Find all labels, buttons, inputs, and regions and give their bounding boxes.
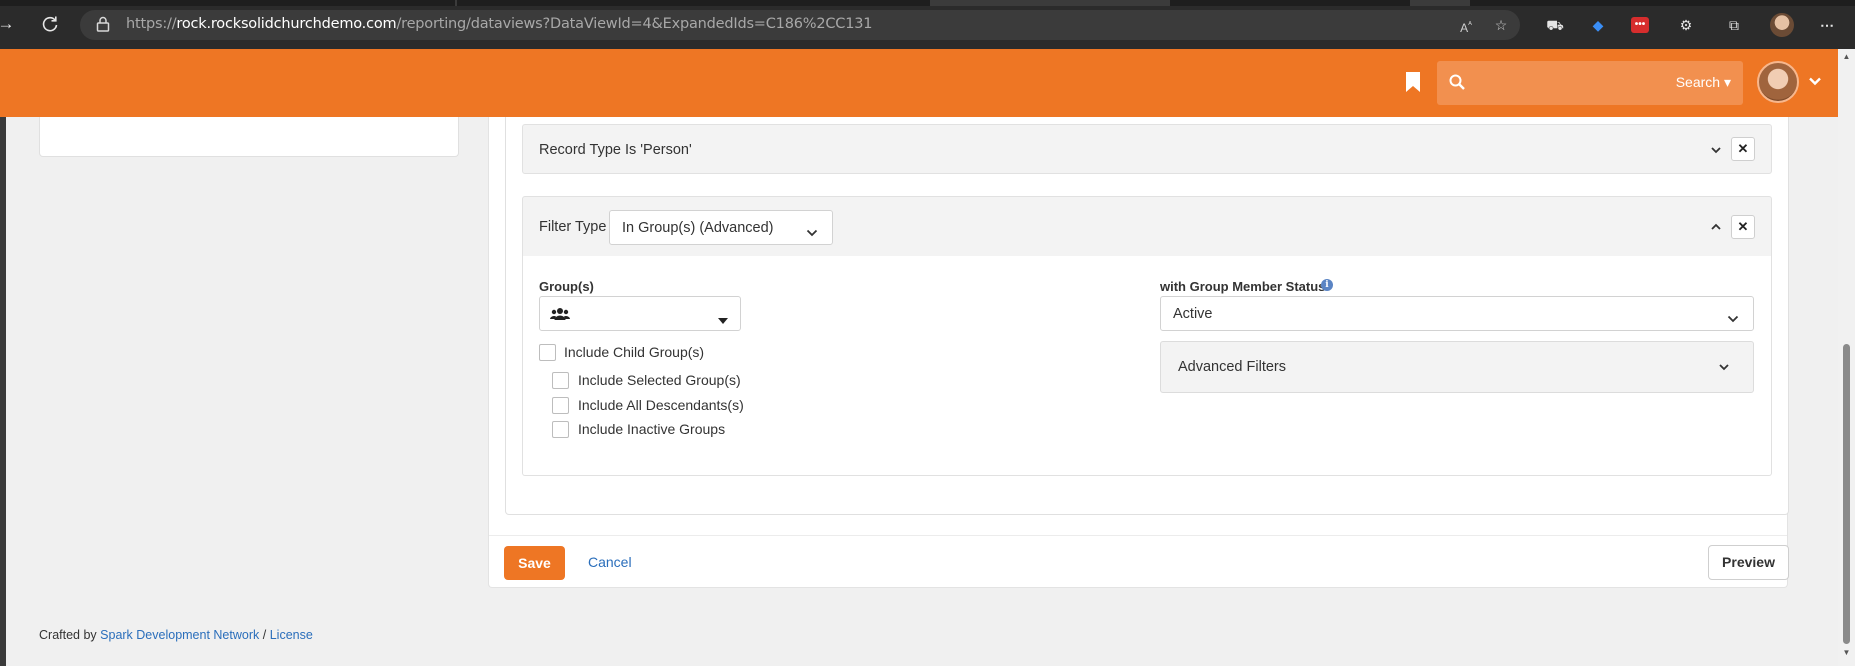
browser-tabstrip bbox=[0, 0, 1855, 6]
advanced-filters-label: Advanced Filters bbox=[1178, 359, 1286, 375]
browser-tab[interactable] bbox=[1410, 0, 1470, 6]
group-picker[interactable] bbox=[539, 296, 741, 331]
lock-icon[interactable] bbox=[96, 16, 110, 32]
browser-toolbar: → https://rock.rocksolidchurchdemo.com/r… bbox=[0, 0, 1855, 49]
extension-icon[interactable]: ⛟ bbox=[1544, 14, 1566, 36]
chevron-down-icon bbox=[806, 224, 818, 236]
info-icon[interactable]: i bbox=[1321, 279, 1333, 291]
scroll-down-icon[interactable]: ▼ bbox=[1842, 649, 1851, 657]
include-inactive-groups-label[interactable]: Include Inactive Groups bbox=[578, 421, 725, 437]
browser-tab[interactable] bbox=[930, 0, 1170, 6]
include-child-groups-label[interactable]: Include Child Group(s) bbox=[564, 344, 704, 360]
chevron-down-icon bbox=[1727, 310, 1739, 322]
member-status-select[interactable]: Active bbox=[1160, 296, 1754, 331]
search-input[interactable]: Search ▾ bbox=[1437, 61, 1743, 105]
read-aloud-icon[interactable]: Aᴬ bbox=[1457, 16, 1475, 35]
url-path: /reporting/dataviews?DataViewId=4&Expand… bbox=[396, 16, 873, 32]
license-link[interactable]: License bbox=[270, 628, 313, 642]
extensions-puzzle-icon[interactable]: ⚙ bbox=[1675, 14, 1697, 36]
remove-filter-button[interactable]: ✕ bbox=[1731, 137, 1755, 161]
data-view-tree-panel bbox=[39, 117, 459, 157]
groups-label: Group(s) bbox=[539, 279, 594, 294]
window-edge bbox=[0, 117, 6, 666]
user-avatar[interactable] bbox=[1757, 61, 1799, 103]
scrollbar-thumb[interactable] bbox=[1843, 344, 1850, 644]
collections-icon[interactable]: ⧉ bbox=[1723, 14, 1745, 36]
cancel-link[interactable]: Cancel bbox=[588, 554, 632, 570]
include-child-groups-checkbox[interactable] bbox=[539, 344, 556, 361]
page-footer: Crafted by Spark Development Network / L… bbox=[39, 628, 313, 642]
filter-type-label: Filter Type bbox=[539, 219, 607, 235]
page-scrollbar[interactable]: ▲ ▼ bbox=[1838, 49, 1855, 666]
include-all-descendants-checkbox[interactable] bbox=[552, 397, 569, 414]
lastpass-icon[interactable]: ••• bbox=[1631, 17, 1649, 33]
chevron-down-icon[interactable] bbox=[1717, 360, 1731, 374]
more-menu-icon[interactable]: ⋯ bbox=[1816, 14, 1838, 36]
extension-blue-icon[interactable]: ◆ bbox=[1587, 14, 1609, 36]
member-status-label: with Group Member Status bbox=[1160, 279, 1326, 294]
browser-profile-avatar[interactable] bbox=[1770, 13, 1794, 37]
spark-link[interactable]: Spark Development Network bbox=[100, 628, 259, 642]
forward-arrow-icon[interactable]: → bbox=[0, 14, 16, 34]
chevron-down-icon[interactable] bbox=[1808, 74, 1822, 88]
favorite-star-icon[interactable]: ☆ bbox=[1492, 16, 1510, 34]
tab-divider bbox=[455, 0, 457, 6]
record-type-filter-title: Record Type Is 'Person' bbox=[539, 142, 692, 158]
include-selected-groups-label[interactable]: Include Selected Group(s) bbox=[578, 372, 741, 388]
preview-button[interactable]: Preview bbox=[1708, 545, 1789, 580]
filter-type-select[interactable]: In Group(s) (Advanced) bbox=[609, 210, 833, 245]
chevron-down-icon[interactable] bbox=[1708, 142, 1724, 158]
remove-filter-button[interactable]: ✕ bbox=[1731, 215, 1755, 239]
actions-divider bbox=[489, 535, 1787, 536]
filter-type-value: In Group(s) (Advanced) bbox=[622, 219, 774, 236]
caret-down-icon bbox=[718, 311, 728, 324]
url-prefix: https:// bbox=[126, 16, 177, 32]
group-filter-header[interactable]: Filter Type In Group(s) (Advanced) ✕ bbox=[522, 196, 1772, 257]
chevron-up-icon[interactable] bbox=[1708, 219, 1724, 235]
crafted-by-text: Crafted by bbox=[39, 628, 97, 642]
member-status-value: Active bbox=[1173, 305, 1213, 322]
url-host: rock.rocksolidchurchdemo.com bbox=[176, 16, 397, 32]
search-icon bbox=[1449, 74, 1465, 90]
scroll-up-icon[interactable]: ▲ bbox=[1842, 53, 1851, 61]
users-icon bbox=[550, 307, 570, 321]
footer-separator: / bbox=[262, 628, 267, 642]
advanced-filters-panel[interactable]: Advanced Filters bbox=[1160, 341, 1754, 393]
refresh-icon[interactable] bbox=[40, 14, 60, 34]
record-type-filter[interactable]: Record Type Is 'Person' ✕ bbox=[522, 124, 1772, 174]
include-all-descendants-label[interactable]: Include All Descendants(s) bbox=[578, 397, 744, 413]
url-text[interactable]: https://rock.rocksolidchurchdemo.com/rep… bbox=[126, 16, 872, 32]
bookmark-icon[interactable] bbox=[1405, 71, 1421, 93]
include-selected-groups-checkbox[interactable] bbox=[552, 372, 569, 389]
include-inactive-groups-checkbox[interactable] bbox=[552, 421, 569, 438]
app-header: Search ▾ bbox=[0, 49, 1838, 117]
search-type-dropdown[interactable]: Search ▾ bbox=[1676, 74, 1731, 91]
address-bar[interactable]: https://rock.rocksolidchurchdemo.com/rep… bbox=[80, 10, 1520, 40]
save-button[interactable]: Save bbox=[504, 546, 565, 580]
